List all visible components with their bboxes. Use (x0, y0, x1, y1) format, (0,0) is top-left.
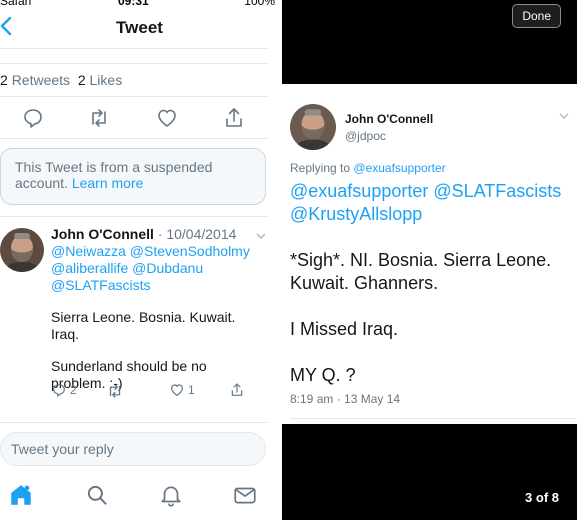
author-name[interactable]: John O'Connell (51, 226, 154, 242)
mention-line: @exuafsupporter @SLATFascists (290, 181, 562, 201)
retweets-label[interactable]: Retweets (12, 72, 70, 88)
share-icon[interactable] (222, 106, 246, 130)
divider (0, 138, 268, 139)
tweet-line: Kuwait. Ghanners. (290, 273, 439, 293)
divider (0, 422, 268, 423)
avatar[interactable] (0, 228, 44, 272)
replying-prefix: Replying to (290, 161, 351, 175)
retweet-icon (109, 384, 121, 398)
reply-tweet-actions: 2 1 (51, 382, 263, 402)
retweet-icon[interactable] (87, 106, 111, 130)
mention-line[interactable]: @aliberallife @Dubdanu (51, 260, 263, 277)
tab-bar (0, 478, 279, 518)
divider (0, 63, 268, 64)
tweet-timestamp: 8:19 am · 13 May 14 (290, 392, 401, 406)
home-icon[interactable] (8, 482, 34, 508)
like-button[interactable]: 1 (169, 382, 195, 398)
status-bar: Safari 09:31 100% (0, 0, 279, 8)
reply-button[interactable]: 2 (51, 382, 77, 398)
share-icon (231, 383, 243, 396)
notifications-icon[interactable] (158, 482, 184, 508)
search-icon[interactable] (84, 482, 110, 508)
reply-icon (53, 384, 65, 397)
likes-count[interactable]: 2 (78, 72, 86, 88)
tweet-date: · 10/04/2014 (157, 226, 237, 242)
reply-composer-input[interactable]: Tweet your reply (0, 432, 266, 466)
tweet-detail-screen: Safari 09:31 100% Tweet 2 Retweets 2 Lik… (0, 0, 279, 520)
tweet-text: Sierra Leone. Bosnia. Kuwait. Iraq. (51, 309, 236, 342)
share-button[interactable] (229, 382, 245, 398)
page-title: Tweet (116, 18, 163, 37)
image-counter: 3 of 8 (525, 490, 559, 505)
status-carrier: Safari (0, 0, 32, 8)
reply-icon[interactable] (21, 106, 45, 130)
like-count: 1 (188, 383, 195, 397)
messages-icon[interactable] (232, 482, 258, 508)
tweet-stats: 2 Retweets 2 Likes (0, 72, 122, 88)
chevron-down-icon[interactable] (256, 228, 266, 242)
status-battery: 100% (244, 0, 275, 8)
mention-line[interactable]: @SLATFascists (51, 277, 263, 294)
learn-more-link[interactable]: Learn more (72, 175, 144, 191)
chevron-down-icon (559, 110, 569, 122)
image-viewer: Done John O'Connell @jdpoc Replying to @… (282, 0, 577, 520)
tweet-line: I Missed Iraq. (290, 319, 399, 339)
retweet-button[interactable] (106, 382, 124, 400)
like-icon[interactable] (155, 106, 179, 130)
tweet-line: *Sigh*. NI. Bosnia. Sierra Leone. (290, 250, 552, 270)
status-clock: 09:31 (118, 0, 149, 8)
avatar (290, 104, 336, 150)
likes-label[interactable]: Likes (90, 72, 123, 88)
like-icon (171, 384, 183, 396)
author-handle: @jdpoc (345, 129, 386, 143)
reply-count: 2 (70, 383, 77, 397)
divider (290, 418, 577, 419)
tweet-text: @exuafsupporter @SLATFascists @KrustyAll… (290, 180, 572, 387)
divider (0, 48, 268, 49)
retweets-count[interactable]: 2 (0, 72, 8, 88)
author-name: John O'Connell (345, 112, 434, 126)
replying-handle: @exuafsupporter (353, 161, 446, 175)
tweet-actions (0, 106, 268, 130)
replying-to: Replying to @exuafsupporter (290, 161, 446, 175)
divider (0, 216, 268, 217)
mention-list: @Neiwazza @StevenSodholmy @aliberallife … (51, 243, 263, 294)
suspended-tweet-notice: This Tweet is from a suspended account. … (0, 148, 266, 205)
mention-line[interactable]: @Neiwazza @StevenSodholmy (51, 243, 263, 260)
mention-line: @KrustyAllslopp (290, 204, 423, 224)
nav-bar: Tweet (0, 10, 279, 48)
done-button[interactable]: Done (512, 4, 561, 28)
divider (0, 96, 268, 97)
screenshot-tweet-card: John O'Connell @jdpoc Replying to @exuaf… (282, 84, 577, 424)
tweet-line: MY Q. ? (290, 365, 356, 385)
